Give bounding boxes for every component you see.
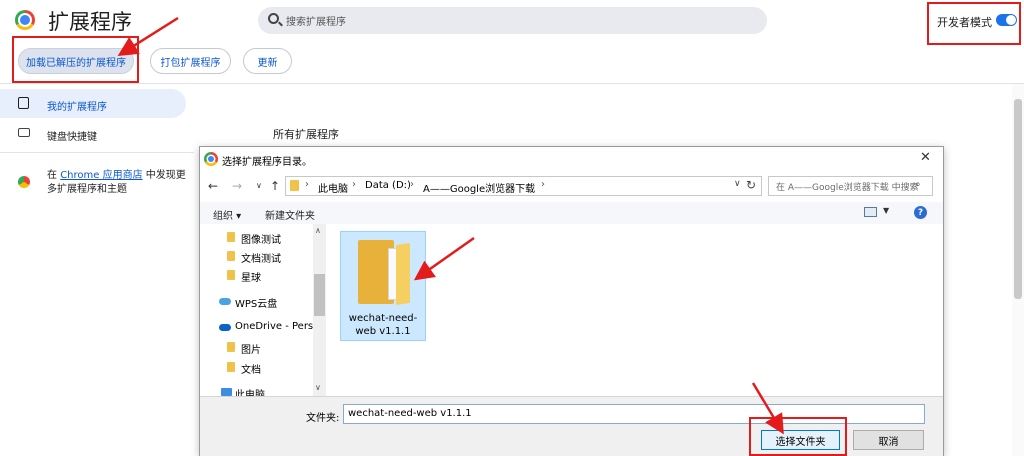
annotation-arrows [117,16,784,435]
annotation-arrow-select [751,382,784,435]
annotation-arrow-file [413,236,475,281]
annotation-arrow-load [117,16,179,56]
